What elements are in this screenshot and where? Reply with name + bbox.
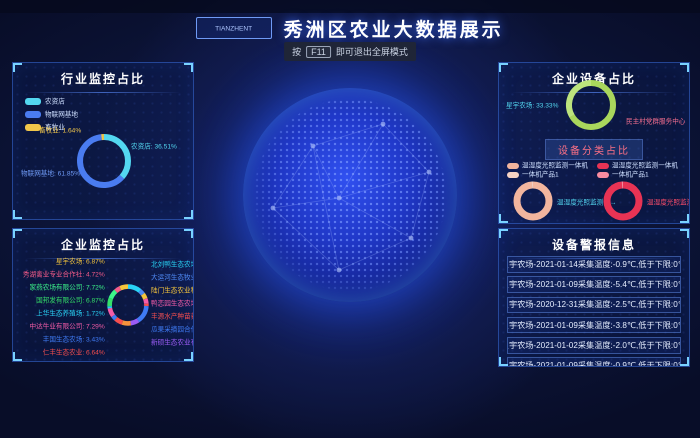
alarm-text: 星宇农场-2021-01-09采集温度:-5.4℃,低于下限:0℃ [507, 280, 681, 289]
fullscreen-hint: 按 F11 即可退出全屏模式 [284, 42, 416, 61]
enterprise-label: 北刘鸭生态农场: 11.16% [151, 261, 194, 268]
legend-item[interactable]: 一体机产品1 [597, 170, 687, 179]
alarm-row: 星宇农场-2021-01-14采集温度:-0.9℃,低于下限:0℃ [507, 256, 681, 273]
legend-label: 物联网基地 [45, 111, 78, 118]
enterprise-label: 星宇农场: 6.87% [56, 258, 105, 265]
alarm-row: 星宇农场-2021-01-09采集温度:-5.4℃,低于下限:0℃ [507, 276, 681, 293]
industry-label: 农资店: 36.51% [131, 137, 194, 155]
device-class-group-1: 温湿度光照监测一体机 一体机产品1 温湿度光照监测一→ [507, 161, 595, 221]
legend-swatch [25, 98, 41, 105]
enterprise-label: 中达牛业有限公司: 7.29% [30, 323, 105, 330]
alarm-text: 星宇农场-2021-01-09采集温度:-0.9℃,低于下限:0℃ [507, 361, 681, 367]
panel-title: 行业监控占比 [13, 63, 193, 87]
hint-suffix: 即可退出全屏模式 [336, 45, 408, 58]
enterprise-label: 鸭恋园生态农场: 4.29 [151, 300, 194, 307]
enterprise-label: 新硕生态农业有限公司: 6.87 [151, 339, 194, 346]
device-class-legend: 温湿度光照监测一体机 一体机产品1 [597, 161, 687, 179]
device-class-donut-1[interactable] [511, 179, 555, 223]
enterprise-label: 仁丰生态农业: 6.64% [43, 349, 105, 356]
legend-item[interactable]: 温湿度光照监测一体机 [597, 161, 687, 170]
device-class-pointer-label: 温湿度光照监测一→ [647, 193, 690, 211]
header: TIANZHENT 秀洲区农业大数据展示 [0, 15, 700, 41]
alarm-text: 星宇农场-2020-12-31采集温度:-2.5℃,低于下限:0℃ [507, 300, 681, 309]
panel-device-alarms: 设备警报信息 星宇农场-2021-01-14采集温度:-0.9℃,低于下限:0℃… [498, 228, 690, 367]
panel-title: 企业监控占比 [13, 229, 193, 253]
device-class-title: 设备分类占比 [545, 139, 643, 160]
legend-swatch [507, 163, 519, 169]
legend-swatch [597, 172, 609, 178]
divider [25, 92, 181, 93]
legend-swatch [25, 111, 41, 118]
panel-title: 设备警报信息 [499, 229, 689, 253]
dashboard: TIANZHENT 秀洲区农业大数据展示 按 F11 即可退出全屏模式 行业监控… [0, 0, 700, 438]
industry-label: 物联网基地: 61.85% [21, 164, 128, 182]
logo-text: TIANZHENT [215, 25, 252, 32]
enterprise-donut-wrap [105, 255, 151, 355]
enterprise-label: 秀湖禽业专业合作社: 4.72% [23, 271, 105, 278]
panel-equipment-ratio: 企业设备占比 星宇农场: 33.33% 民主村党群服务中心 设备分类占比 温湿度… [498, 62, 690, 224]
enterprise-label: 丰源水产种苗养殖场: 1. [151, 313, 194, 320]
legend-item[interactable]: 一体机产品1 [507, 170, 595, 179]
industry-donut-chart[interactable] [74, 131, 134, 191]
enterprise-donut-chart[interactable] [105, 282, 151, 328]
legend-item[interactable]: 温湿度光照监测一体机 [507, 161, 595, 170]
f11-key: F11 [306, 46, 331, 58]
alarm-row: 星宇农场-2021-01-09采集温度:-0.9℃,低于下限:0℃ [507, 357, 681, 367]
device-class-group-2: 温湿度光照监测一体机 一体机产品1 温湿度光照监测一→ [597, 161, 687, 221]
panel-enterprise-ratio: 企业监控占比 星宇农场: 6.87% 秀湖禽业专业合作社: 4.72% 家燕农场有限… [12, 228, 194, 362]
legend-label: 一体机产品1 [522, 171, 559, 178]
equipment-label: 民主村党群服务中心 [626, 112, 690, 130]
enterprise-label: 瓜果采摘园合作社: 15.02% [151, 326, 194, 333]
globe [243, 88, 457, 302]
device-class-legend: 温湿度光照监测一体机 一体机产品1 [507, 161, 595, 179]
legend-item[interactable]: 农资店 [25, 95, 105, 108]
legend-label: 温湿度光照监测一体机 [612, 162, 678, 169]
alarm-text: 星宇农场-2021-01-02采集温度:-2.0℃,低于下限:0℃ [507, 341, 681, 350]
alarm-row: 星宇农场-2021-01-02采集温度:-2.0℃,低于下限:0℃ [507, 337, 681, 354]
enterprise-left-labels: 星宇农场: 6.87% 秀湖禽业专业合作社: 4.72% 家燕农场有限公司: 7.7… [19, 255, 105, 355]
equipment-label: 星宇农场: 33.33% [506, 96, 601, 114]
enterprise-chart-area: 星宇农场: 6.87% 秀湖禽业专业合作社: 4.72% 家燕农场有限公司: 7.7… [19, 255, 191, 355]
industry-label: 畜牧业: 1.64% [39, 121, 116, 139]
legend-swatch [597, 163, 609, 169]
logo: TIANZHENT [196, 17, 271, 39]
enterprise-right-labels: 北刘鸭生态农场: 11.16% 大运河生态牧业有限责任公陆门生态农业科技有限公鸭恋… [151, 255, 194, 355]
enterprise-label: 丰国生态农场: 3.43% [43, 336, 105, 343]
alarm-text: 星宇农场-2021-01-09采集温度:-3.8℃,低于下限:0℃ [507, 321, 681, 330]
hint-prefix: 按 [292, 45, 301, 58]
enterprise-label: 国邦发有限公司: 6.87% [36, 297, 105, 304]
legend-label: 温湿度光照监测一体机 [522, 162, 588, 169]
alarm-row: 星宇农场-2021-01-09采集温度:-3.8℃,低于下限:0℃ [507, 317, 681, 334]
panel-industry-ratio: 行业监控占比 农资店 物联网基地 畜牧业 畜牧业: 1.64% 农资店: 36.… [12, 62, 194, 220]
device-class-donut-2[interactable] [601, 179, 645, 223]
alarm-text: 星宇农场-2021-01-14采集温度:-0.9℃,低于下限:0℃ [507, 260, 681, 269]
enterprise-label: 家燕农场有限公司: 7.72% [30, 284, 105, 291]
legend-item[interactable]: 物联网基地 [25, 108, 105, 121]
legend-label: 一体机产品1 [612, 171, 649, 178]
alarm-row: 星宇农场-2020-12-31采集温度:-2.5℃,低于下限:0℃ [507, 297, 681, 314]
enterprise-label: 上华生态养殖场: 1.72% [36, 310, 105, 317]
legend-label: 农资店 [45, 98, 65, 105]
legend-swatch [507, 172, 519, 178]
enterprise-label: 陆门生态农业科技有限公 [151, 287, 194, 294]
page-title: 秀洲区农业大数据展示 [284, 15, 504, 42]
globe-network-lines [243, 88, 457, 302]
top-shade [0, 0, 700, 13]
alarm-list[interactable]: 星宇农场-2021-01-14采集温度:-0.9℃,低于下限:0℃ 星宇农场-2… [507, 256, 681, 367]
enterprise-label: 大运河生态牧业有限责任公 [151, 274, 194, 281]
